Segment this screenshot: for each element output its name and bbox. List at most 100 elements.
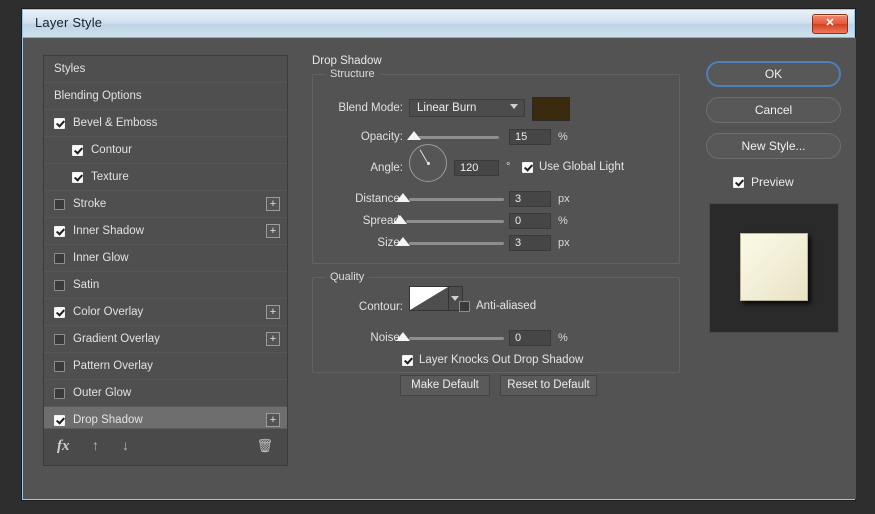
noise-input[interactable]: 0 — [509, 330, 551, 346]
new-style-button[interactable]: New Style... — [706, 133, 841, 159]
styles-list[interactable]: Styles Blending Options Bevel & Emboss Cont… — [44, 56, 287, 430]
angle-dial[interactable] — [409, 144, 447, 182]
dialog-body: Styles Blending Options Bevel & Emboss Cont… — [23, 38, 856, 499]
spread-slider-thumb[interactable] — [393, 215, 407, 224]
preview-checkbox[interactable] — [733, 177, 744, 188]
duplicate-effect-button[interactable]: + — [266, 197, 280, 211]
close-icon[interactable]: ✕ — [812, 14, 848, 34]
style-enable-checkbox[interactable] — [54, 226, 65, 237]
style-list-item-label: Stroke — [73, 198, 106, 210]
angle-label: Angle: — [326, 162, 403, 174]
reset-to-default-button[interactable]: Reset to Default — [500, 375, 597, 396]
noise-slider-track[interactable] — [409, 337, 504, 340]
quality-legend: Quality — [325, 271, 369, 283]
anti-aliased-label: Anti-aliased — [476, 300, 536, 312]
style-enable-checkbox[interactable] — [54, 199, 65, 210]
angle-input[interactable]: 120 — [454, 160, 499, 176]
actions-panel: OK Cancel New Style... Preview — [701, 55, 846, 466]
size-slider-track[interactable] — [409, 242, 504, 245]
style-list-item[interactable]: Stroke + — [44, 191, 287, 218]
style-list-item-label: Bevel & Emboss — [73, 117, 157, 129]
opacity-slider-track[interactable] — [409, 136, 499, 139]
style-list-item[interactable]: Bevel & Emboss — [44, 110, 287, 137]
opacity-unit: % — [558, 131, 568, 143]
style-list-item[interactable]: Styles — [44, 56, 287, 83]
shadow-color-swatch[interactable] — [532, 97, 570, 121]
anti-aliased-checkbox[interactable] — [459, 301, 470, 312]
style-list-item[interactable]: Color Overlay + — [44, 299, 287, 326]
contour-preview-swatch[interactable] — [409, 286, 449, 311]
layer-knocks-out-row[interactable]: Layer Knocks Out Drop Shadow — [402, 354, 583, 366]
distance-input[interactable]: 3 — [509, 191, 551, 207]
style-list-item[interactable]: Outer Glow — [44, 380, 287, 407]
preview-row[interactable]: Preview — [733, 175, 794, 189]
contour-label: Contour: — [326, 301, 403, 313]
style-enable-checkbox[interactable] — [54, 361, 65, 372]
use-global-light-label: Use Global Light — [539, 161, 624, 173]
styles-footer-toolbar: fx ↑ ↓ 🗑 — [44, 428, 287, 465]
preview-thumbnail — [709, 203, 839, 333]
size-slider-thumb[interactable] — [396, 237, 410, 246]
use-global-light-row[interactable]: Use Global Light — [522, 161, 624, 173]
style-list-item-label: Drop Shadow — [73, 414, 143, 426]
style-list-item-label: Color Overlay — [73, 306, 143, 318]
fx-icon[interactable]: fx — [57, 438, 70, 455]
chevron-down-icon — [510, 104, 518, 109]
style-list-item[interactable]: Inner Glow — [44, 245, 287, 272]
duplicate-effect-button[interactable]: + — [266, 305, 280, 319]
dialog-title: Layer Style — [35, 15, 102, 30]
make-default-button[interactable]: Make Default — [400, 375, 490, 396]
opacity-slider-thumb[interactable] — [407, 131, 421, 140]
move-down-icon[interactable]: ↓ — [122, 437, 129, 453]
style-enable-checkbox[interactable] — [54, 334, 65, 345]
move-up-icon[interactable]: ↑ — [92, 437, 99, 453]
structure-legend: Structure — [325, 68, 380, 80]
anti-aliased-row[interactable]: Anti-aliased — [459, 300, 536, 312]
preview-sample-shape — [740, 233, 808, 301]
noise-slider-thumb[interactable] — [396, 332, 410, 341]
cancel-button[interactable]: Cancel — [706, 97, 841, 123]
ok-button[interactable]: OK — [706, 61, 841, 87]
style-list-item-label: Pattern Overlay — [73, 360, 153, 372]
chevron-down-icon — [451, 296, 459, 301]
style-enable-checkbox[interactable] — [72, 172, 83, 183]
distance-slider-thumb[interactable] — [396, 193, 410, 202]
style-enable-checkbox[interactable] — [54, 280, 65, 291]
spread-label: Spread: — [326, 215, 403, 227]
distance-slider-track[interactable] — [409, 198, 504, 201]
style-list-item-label: Styles — [54, 63, 85, 75]
style-list-item[interactable]: Gradient Overlay+ — [44, 326, 287, 353]
duplicate-effect-button[interactable]: + — [266, 332, 280, 346]
size-input[interactable]: 3 — [509, 235, 551, 251]
style-list-item[interactable]: Contour — [44, 137, 287, 164]
style-list-item-label: Inner Glow — [73, 252, 129, 264]
angle-unit: ° — [506, 161, 510, 173]
layer-knocks-out-checkbox[interactable] — [402, 355, 413, 366]
noise-label: Noise: — [326, 332, 403, 344]
style-list-item[interactable]: Pattern Overlay — [44, 353, 287, 380]
blend-mode-select[interactable]: Linear Burn — [409, 99, 525, 117]
use-global-light-checkbox[interactable] — [522, 162, 533, 173]
spread-slider-track[interactable] — [406, 220, 504, 223]
style-list-item[interactable]: Texture — [44, 164, 287, 191]
opacity-input[interactable]: 15 — [509, 129, 551, 145]
style-enable-checkbox[interactable] — [54, 118, 65, 129]
style-enable-checkbox[interactable] — [54, 253, 65, 264]
layer-knocks-out-label: Layer Knocks Out Drop Shadow — [419, 354, 583, 366]
style-list-item[interactable]: Satin — [44, 272, 287, 299]
style-list-item[interactable]: Drop Shadow + — [44, 407, 287, 430]
style-list-item[interactable]: Blending Options — [44, 83, 287, 110]
style-enable-checkbox[interactable] — [54, 307, 65, 318]
duplicate-effect-button[interactable]: + — [266, 413, 280, 427]
delete-icon[interactable]: 🗑 — [256, 438, 273, 454]
style-enable-checkbox[interactable] — [54, 415, 65, 426]
style-list-item-label: Inner Shadow — [73, 225, 144, 237]
style-list-item-label: Satin — [73, 279, 99, 291]
style-list-item[interactable]: Inner Shadow + — [44, 218, 287, 245]
style-enable-checkbox[interactable] — [72, 145, 83, 156]
duplicate-effect-button[interactable]: + — [266, 224, 280, 238]
contour-curve-icon — [410, 287, 448, 310]
spread-input[interactable]: 0 — [509, 213, 551, 229]
spread-unit: % — [558, 215, 568, 227]
style-enable-checkbox[interactable] — [54, 388, 65, 399]
